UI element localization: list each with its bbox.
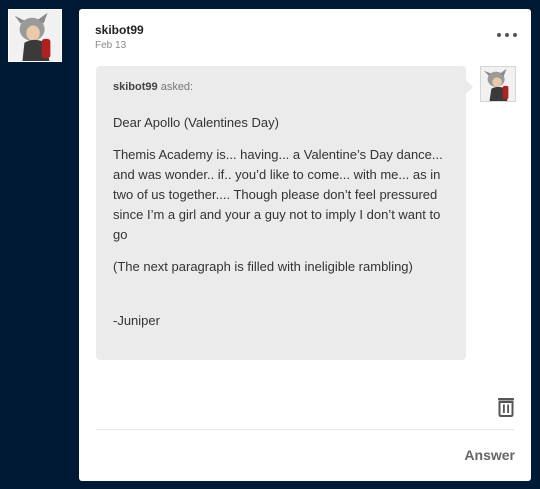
dot (513, 33, 517, 37)
more-options-icon[interactable] (497, 29, 517, 41)
asked-line: skibot99 asked: (113, 81, 449, 93)
post-username[interactable]: skibot99 (95, 23, 144, 37)
ask-body: Themis Academy is... having... a Valenti… (113, 147, 443, 242)
dot (497, 33, 501, 37)
ask-greeting: Dear Apollo (Valentines Day) (113, 115, 279, 130)
asker-name[interactable]: skibot99 (113, 81, 158, 93)
ask-bubble: skibot99 asked: Dear Apollo (Valentines … (96, 66, 473, 360)
ask-note: (The next paragraph is filled with ineli… (113, 259, 413, 274)
poster-avatar[interactable] (8, 9, 62, 62)
ask-signoff: -Juniper (113, 313, 160, 328)
asker-avatar[interactable] (480, 66, 516, 102)
asked-label: asked: (157, 81, 194, 93)
answer-button[interactable]: Answer (464, 447, 515, 463)
divider (96, 429, 514, 430)
trash-icon[interactable] (497, 397, 515, 417)
post-date[interactable]: Feb 13 (95, 40, 126, 51)
dot (505, 33, 509, 37)
post-card: skibot99 Feb 13 skibot99 asked: Dear Apo… (79, 9, 531, 481)
